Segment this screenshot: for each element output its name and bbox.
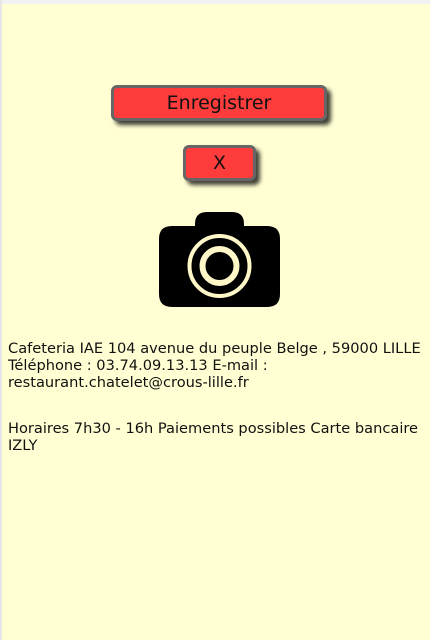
- opening-hours-info: Horaires 7h30 - 16h Paiements possibles …: [8, 420, 428, 454]
- top-strip: [2, 0, 430, 4]
- email-line: restaurant.chatelet@crous-lille.fr: [8, 374, 249, 391]
- save-button[interactable]: Enregistrer: [111, 85, 327, 121]
- camera-icon[interactable]: [159, 212, 280, 307]
- payment-izly-line: IZLY: [8, 437, 38, 454]
- phone-email-line: Téléphone : 03.74.09.13.13 E-mail :: [8, 357, 268, 374]
- cafeteria-contact-info: Cafeteria IAE 104 avenue du peuple Belge…: [8, 340, 428, 391]
- page: { "actions": { "save_label": "Enregistre…: [0, 0, 430, 640]
- hours-payment-line: Horaires 7h30 - 16h Paiements possibles …: [8, 420, 419, 437]
- address-line: Cafeteria IAE 104 avenue du peuple Belge…: [8, 340, 421, 357]
- close-button[interactable]: X: [183, 145, 256, 181]
